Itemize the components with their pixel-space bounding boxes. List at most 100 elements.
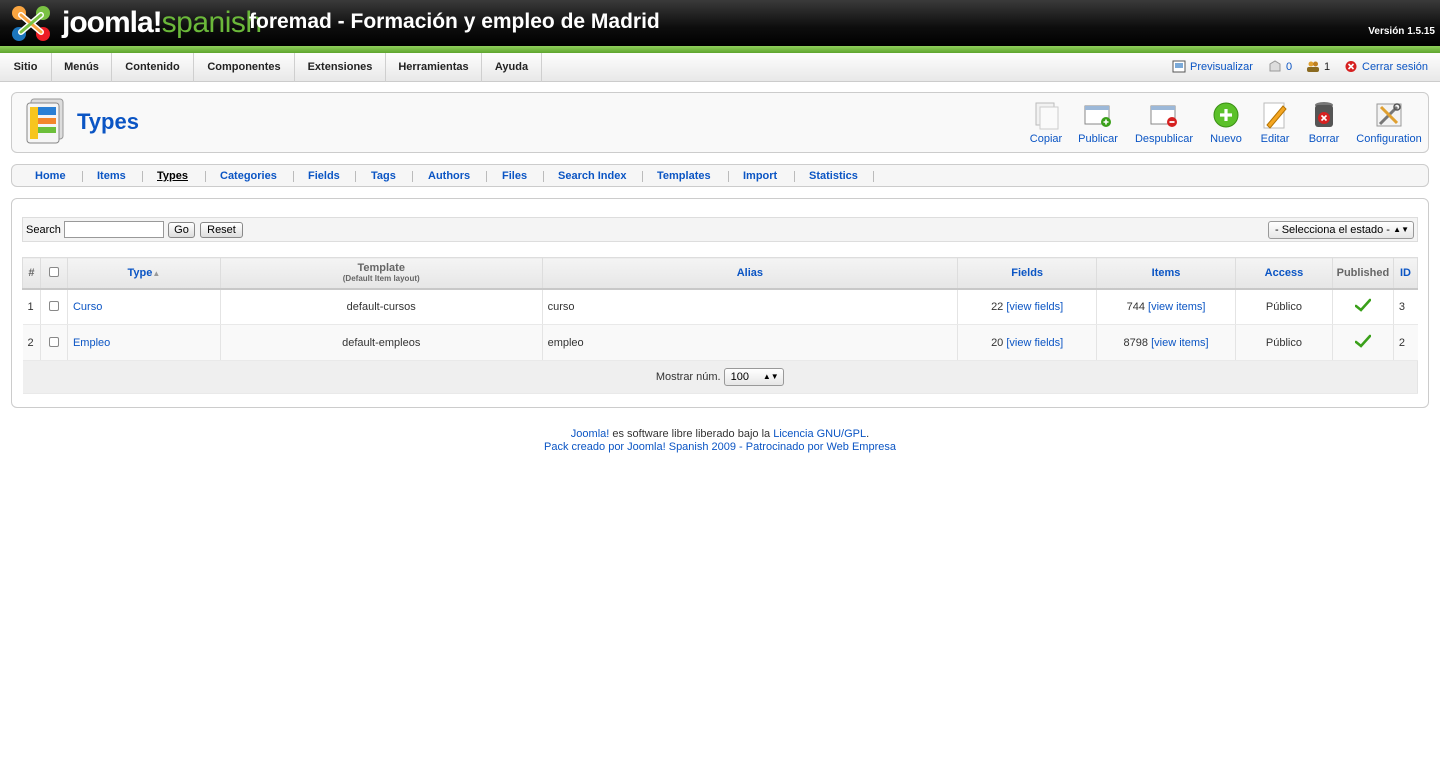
col-header-fields[interactable]: Fields: [957, 257, 1098, 290]
site-name: foremad - Formación y empleo de Madrid: [249, 10, 660, 33]
submenu-authors[interactable]: Authors: [428, 165, 470, 188]
submenu-separator: [412, 171, 413, 182]
menu-extensiones[interactable]: Extensiones: [295, 53, 386, 82]
preview-icon: [1172, 60, 1186, 73]
submenu-search-index[interactable]: Search Index: [558, 165, 626, 188]
template-cell: default-empleos: [220, 324, 543, 361]
table-row: 2 Empleo default-empleos empleo 20 [view…: [22, 324, 1418, 361]
configuration-icon: [1376, 103, 1402, 127]
state-select-value: - Selecciona el estado -: [1275, 224, 1390, 236]
configuration-button[interactable]: Configuration: [1355, 100, 1423, 148]
select-arrows-icon: ▲▼: [762, 372, 779, 381]
submenu-templates[interactable]: Templates: [657, 165, 711, 188]
preview-link[interactable]: Previsualizar: [1172, 53, 1253, 82]
logout-link[interactable]: Cerrar sesión: [1344, 53, 1428, 82]
search-label: Search: [26, 224, 61, 236]
row-checkbox[interactable]: [48, 300, 59, 311]
logout-label[interactable]: Cerrar sesión: [1362, 61, 1428, 73]
submenu-separator: [293, 171, 294, 182]
items-cell: 8798 [view items]: [1096, 324, 1236, 361]
col-header-items[interactable]: Items: [1096, 257, 1236, 290]
row-checkbox[interactable]: [48, 336, 59, 347]
submenu-separator: [794, 171, 795, 182]
submenu-types[interactable]: Types: [157, 165, 188, 188]
view-items-link[interactable]: [view items]: [1151, 337, 1208, 349]
submenu-files[interactable]: Files: [502, 165, 527, 188]
copy-icon: [1035, 102, 1059, 130]
messages-count[interactable]: 0: [1286, 61, 1292, 73]
col-header-num: #: [22, 257, 41, 290]
delete-button[interactable]: Borrar: [1304, 100, 1344, 148]
messages-status[interactable]: 0: [1268, 53, 1292, 82]
access-cell[interactable]: Público: [1235, 324, 1333, 361]
component-submenu: Home Items Types Categories Fields Tags …: [11, 164, 1429, 187]
page-footer: Joomla! es software libre liberado bajo …: [0, 428, 1440, 454]
id-cell: 2: [1393, 324, 1418, 361]
unpublish-button[interactable]: Despublicar: [1133, 100, 1195, 148]
trash-icon: [1315, 102, 1333, 127]
submenu-tags[interactable]: Tags: [371, 165, 396, 188]
view-fields-link[interactable]: [view fields]: [1006, 301, 1063, 313]
submenu-separator: [486, 171, 487, 182]
reset-button[interactable]: Reset: [200, 222, 243, 238]
type-link[interactable]: Empleo: [73, 337, 110, 349]
types-page-icon: [26, 98, 64, 144]
users-icon: [1307, 61, 1319, 72]
alias-cell: curso: [542, 288, 959, 325]
page-title: Types: [77, 109, 139, 134]
published-check-icon[interactable]: [1354, 298, 1371, 313]
fields-cell: 22 [view fields]: [957, 288, 1098, 325]
types-table: # Type▲ Template (Default Item layout) Al…: [22, 257, 1419, 394]
col-header-type[interactable]: Type▲: [66, 257, 221, 290]
menu-menus[interactable]: Menús: [52, 53, 112, 82]
view-fields-link[interactable]: [view fields]: [1006, 337, 1063, 349]
select-all-checkbox[interactable]: [48, 266, 59, 277]
menu-contenido[interactable]: Contenido: [112, 53, 194, 82]
menu-ayuda[interactable]: Ayuda: [482, 53, 542, 82]
published-cell: [1332, 324, 1394, 361]
joomla-logo-icon: [12, 6, 50, 41]
col-header-id[interactable]: ID: [1392, 257, 1419, 290]
fields-count: 22: [991, 300, 1004, 313]
submenu-items[interactable]: Items: [97, 165, 126, 188]
publish-button[interactable]: Publicar: [1076, 100, 1120, 148]
edit-label: Editar: [1260, 133, 1290, 145]
edit-button[interactable]: Editar: [1256, 100, 1294, 148]
limit-select[interactable]: 100 ▲▼: [723, 368, 784, 386]
joomla-link[interactable]: Joomla!: [571, 428, 610, 440]
submenu-home[interactable]: Home: [35, 165, 66, 188]
publish-icon: [1084, 105, 1111, 127]
type-link[interactable]: Curso: [73, 301, 102, 313]
submenu-separator: [205, 171, 206, 182]
new-label: Nuevo: [1210, 133, 1242, 145]
submenu-statistics[interactable]: Statistics: [809, 165, 858, 188]
footer-line-1: Joomla! es software libre liberado bajo …: [0, 428, 1440, 441]
state-select[interactable]: - Selecciona el estado - ▲▼: [1268, 221, 1414, 239]
col-header-checkbox: [39, 257, 68, 290]
fields-count: 20: [991, 336, 1004, 349]
new-button[interactable]: Nuevo: [1206, 100, 1246, 148]
submenu-categories[interactable]: Categories: [220, 165, 277, 188]
row-checkbox-cell: [40, 324, 68, 361]
col-header-alias[interactable]: Alias: [541, 257, 959, 290]
license-link[interactable]: Licencia GNU/GPL: [773, 428, 866, 440]
published-check-icon[interactable]: [1354, 334, 1371, 348]
pagination-cell: Mostrar núm. 100 ▲▼: [22, 360, 1418, 394]
submenu-fields[interactable]: Fields: [308, 165, 340, 188]
menu-sitio[interactable]: Sitio: [0, 53, 52, 82]
search-input[interactable]: [64, 221, 164, 238]
menu-herramientas[interactable]: Herramientas: [386, 53, 482, 82]
messages-icon: [1269, 60, 1281, 72]
submenu-import[interactable]: Import: [743, 165, 777, 188]
view-items-link[interactable]: [view items]: [1148, 301, 1205, 313]
go-button[interactable]: Go: [168, 222, 195, 238]
col-header-access[interactable]: Access: [1234, 257, 1333, 290]
access-cell[interactable]: Público: [1235, 288, 1333, 325]
menu-componentes[interactable]: Componentes: [194, 53, 295, 82]
credits-link[interactable]: Pack creado por Joomla! Spanish 2009 - P…: [544, 441, 896, 453]
submenu-separator: [82, 171, 83, 182]
preview-label[interactable]: Previsualizar: [1190, 61, 1253, 73]
submenu-separator: [873, 171, 874, 182]
submenu-separator: [543, 171, 544, 182]
copy-button[interactable]: Copiar: [1026, 100, 1066, 148]
